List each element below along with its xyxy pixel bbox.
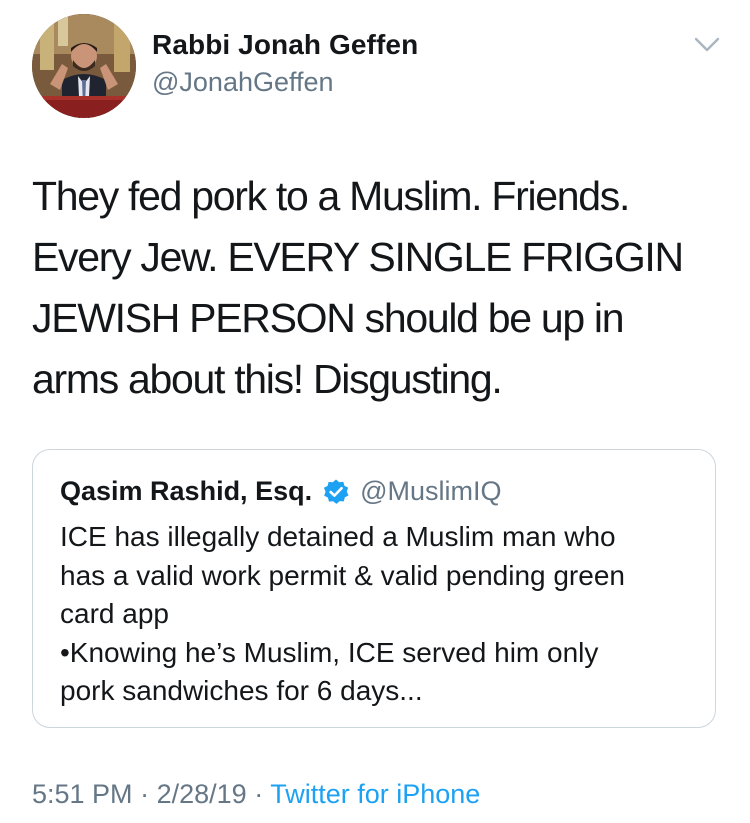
tweet-time: 5:51 PM	[32, 779, 133, 809]
verified-badge-icon	[322, 478, 350, 506]
avatar[interactable]	[32, 14, 136, 118]
quoted-tweet[interactable]: Qasim Rashid, Esq. @MuslimIQ ICE has ill…	[32, 449, 716, 728]
quoted-author-name: Qasim Rashid, Esq.	[60, 476, 313, 506]
tweet: Rabbi Jonah Geffen @JonahGeffen They fed…	[0, 0, 750, 823]
tweet-source-link[interactable]: Twitter for iPhone	[270, 779, 480, 809]
avatar-photo	[32, 14, 136, 118]
tweet-text: They fed pork to a Muslim. Friends. Ever…	[32, 173, 684, 402]
chevron-down-icon[interactable]	[692, 34, 722, 56]
author-handle[interactable]: @JonahGeffen	[152, 67, 334, 98]
quoted-tweet-header: Qasim Rashid, Esq. @MuslimIQ	[60, 476, 502, 507]
tweet-meta: 5:51 PM · 2/28/19 · Twitter for iPhone	[32, 779, 480, 810]
meta-separator: ·	[254, 779, 264, 809]
meta-separator: ·	[140, 779, 150, 809]
tweet-date[interactable]: 2/28/19	[157, 779, 247, 809]
quoted-tweet-text: ICE has illegally detained a Muslim man …	[60, 521, 625, 706]
quoted-author-handle: @MuslimIQ	[360, 476, 502, 506]
author-name[interactable]: Rabbi Jonah Geffen	[152, 29, 418, 61]
